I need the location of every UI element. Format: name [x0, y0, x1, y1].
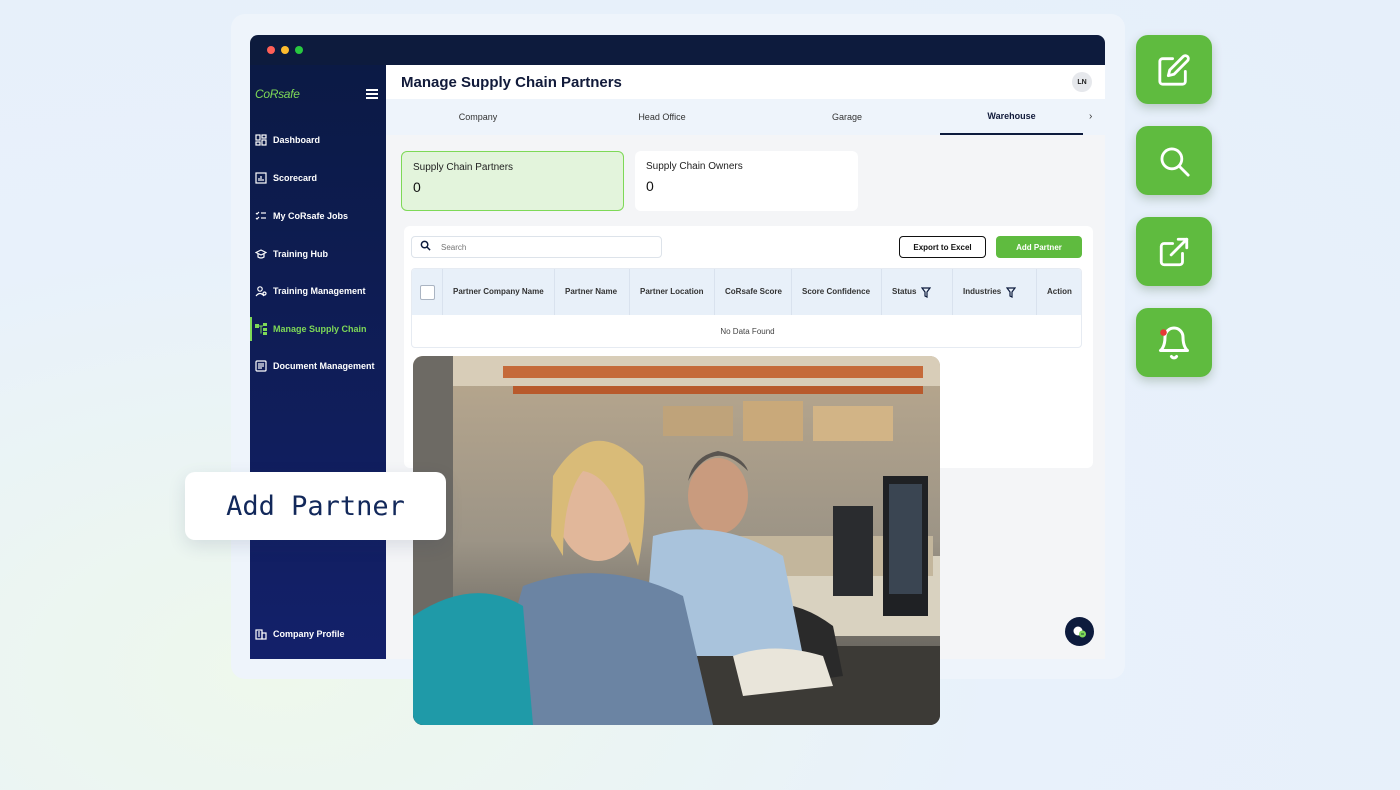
- bell-icon: [1159, 326, 1189, 359]
- avatar[interactable]: LN: [1072, 72, 1092, 92]
- sidebar-item-label: Document Management: [273, 361, 375, 371]
- search-input[interactable]: [441, 242, 641, 252]
- sidebar-item-label: Training Hub: [273, 249, 328, 259]
- sidebar-item-label: Dashboard: [273, 135, 321, 145]
- stat-label: Supply Chain Partners: [413, 162, 514, 173]
- search-icon: [1160, 147, 1190, 177]
- column-header[interactable]: CoRsafe Score: [714, 269, 791, 315]
- column-header[interactable]: Partner Name: [554, 269, 629, 315]
- tab-head-office[interactable]: Head Office: [570, 99, 754, 135]
- filter-icon[interactable]: [1006, 286, 1017, 298]
- sidebar-item-manage-supply-chain[interactable]: Manage Supply Chain: [250, 317, 386, 341]
- column-header-label: Industries: [963, 287, 1002, 296]
- stat-card-partners: Supply Chain Partners 0: [401, 151, 624, 211]
- table-header: Partner Company Name Partner Name Partne…: [412, 269, 1081, 315]
- stat-value: 0: [413, 179, 421, 195]
- notifications-action-button[interactable]: [1136, 308, 1212, 377]
- chat-icon: [1073, 626, 1086, 637]
- column-header-label: Status: [892, 287, 917, 296]
- tab-warehouse[interactable]: Warehouse: [940, 99, 1083, 135]
- open-link-action-button[interactable]: [1136, 217, 1212, 286]
- chart-icon: [254, 172, 267, 185]
- document-icon: [254, 360, 267, 373]
- supply-chain-icon: [254, 323, 267, 336]
- search-action-button[interactable]: [1136, 126, 1212, 195]
- page-title: Manage Supply Chain Partners: [401, 74, 622, 91]
- sidebar-item-my-corsafe-jobs[interactable]: My CoRsafe Jobs: [250, 204, 386, 228]
- sidebar-item-label: Scorecard: [273, 173, 318, 183]
- sidebar-item-dashboard[interactable]: Dashboard: [250, 128, 386, 152]
- chevron-right-icon[interactable]: ›: [1089, 111, 1092, 122]
- sidebar-item-label: My CoRsafe Jobs: [273, 211, 349, 221]
- stat-value: 0: [646, 178, 654, 194]
- users-icon: [254, 285, 267, 298]
- tab-garage[interactable]: Garage: [754, 99, 940, 135]
- edit-action-button[interactable]: [1136, 35, 1212, 104]
- maximize-window-dot[interactable]: [295, 46, 303, 54]
- export-to-excel-button[interactable]: Export to Excel: [899, 236, 986, 258]
- tab-bar: Company Head Office Garage Warehouse ›: [386, 99, 1105, 135]
- stat-card-owners: Supply Chain Owners 0: [635, 151, 858, 211]
- minimize-window-dot[interactable]: [281, 46, 289, 54]
- search-box: [411, 236, 662, 258]
- select-all-checkbox[interactable]: [420, 285, 435, 300]
- column-header[interactable]: Partner Location: [629, 269, 714, 315]
- chat-button[interactable]: [1065, 617, 1094, 646]
- close-window-dot[interactable]: [267, 46, 275, 54]
- sidebar-item-scorecard[interactable]: Scorecard: [250, 166, 386, 190]
- column-header-status[interactable]: Status: [881, 269, 952, 315]
- building-icon: [254, 628, 267, 641]
- tab-company[interactable]: Company: [386, 99, 570, 135]
- stat-label: Supply Chain Owners: [646, 161, 743, 172]
- hamburger-menu-icon[interactable]: [366, 89, 378, 99]
- sidebar-item-training-management[interactable]: Training Management: [250, 279, 386, 303]
- warehouse-workers-photo: [413, 356, 940, 725]
- add-partner-callout: Add Partner: [185, 472, 446, 540]
- external-link-icon: [1159, 237, 1189, 266]
- sidebar-item-training-hub[interactable]: Training Hub: [250, 242, 386, 266]
- dashboard-icon: [254, 134, 267, 147]
- sidebar-item-label: Manage Supply Chain: [273, 324, 367, 334]
- corsafe-logo[interactable]: CoRsafe: [255, 87, 300, 101]
- sidebar-item-label: Company Profile: [273, 629, 345, 639]
- empty-state-text: No Data Found: [720, 327, 775, 336]
- page-header: Manage Supply Chain Partners LN: [386, 65, 1105, 99]
- add-partner-button[interactable]: Add Partner: [996, 236, 1082, 258]
- checklist-icon: [254, 210, 267, 223]
- sidebar: CoRsafe Dashboard Scorecard My CoRsafe J…: [250, 65, 386, 659]
- search-icon: [420, 238, 431, 256]
- column-header[interactable]: Score Confidence: [791, 269, 881, 315]
- column-header-industries[interactable]: Industries: [952, 269, 1036, 315]
- column-header: Action: [1036, 269, 1081, 315]
- sidebar-item-label: Training Management: [273, 286, 366, 296]
- column-header[interactable]: Partner Company Name: [442, 269, 554, 315]
- window-titlebar: [250, 35, 1105, 65]
- partners-table: Partner Company Name Partner Name Partne…: [411, 268, 1082, 348]
- filter-icon[interactable]: [921, 286, 932, 298]
- sidebar-item-company-profile[interactable]: Company Profile: [250, 622, 386, 646]
- sidebar-item-document-management[interactable]: Document Management: [250, 354, 386, 378]
- edit-icon: [1158, 53, 1190, 86]
- graduation-cap-icon: [254, 248, 267, 261]
